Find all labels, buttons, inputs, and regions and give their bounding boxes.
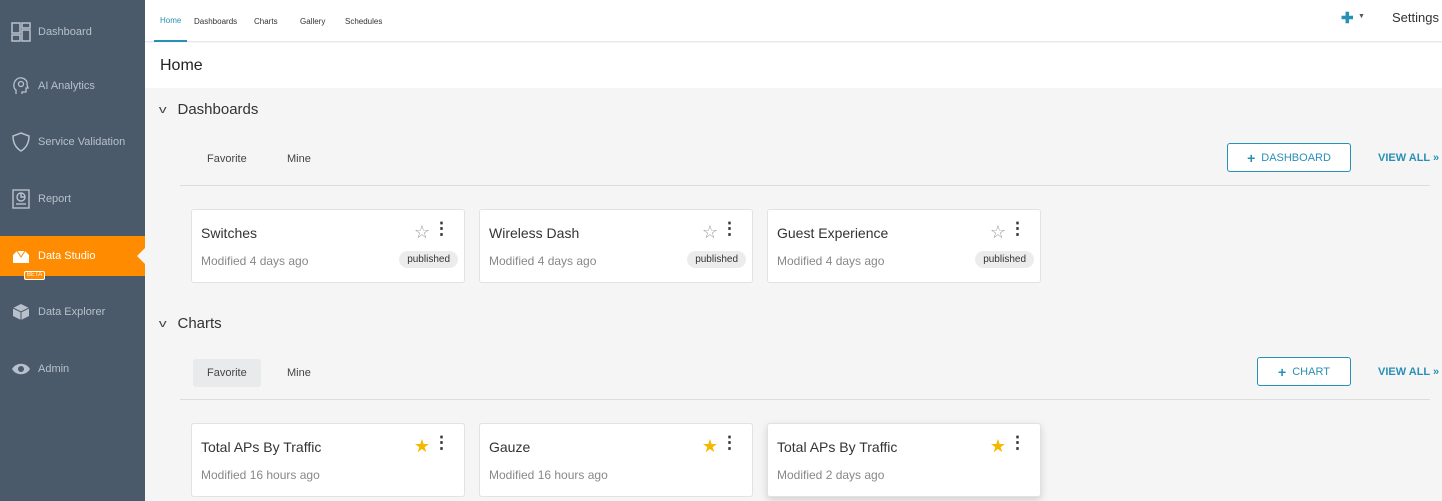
chart-card[interactable]: Total APs By Traffic ★ ⋮ Modified 2 days…: [767, 423, 1041, 497]
charts-section-header[interactable]: v Charts: [158, 315, 222, 332]
dashboards-tab-mine[interactable]: Mine: [273, 145, 325, 173]
dashboards-view-all-link[interactable]: VIEW ALL »: [1378, 152, 1439, 164]
card-modified: Modified 4 days ago: [489, 254, 597, 268]
star-filled-icon[interactable]: ★: [990, 436, 1006, 457]
card-modified: Modified 16 hours ago: [201, 468, 320, 482]
card-title: Wireless Dash: [489, 225, 580, 241]
star-outline-icon[interactable]: ☆: [414, 222, 430, 243]
sidebar-item-label: Data Explorer: [38, 306, 106, 318]
chart-card[interactable]: Gauze ★ ⋮ Modified 16 hours ago: [479, 423, 753, 497]
dashboard-card[interactable]: Guest Experience ☆ ⋮ Modified 4 days ago…: [767, 209, 1041, 283]
page-header: Home: [145, 43, 1442, 88]
charts-tab-mine[interactable]: Mine: [273, 359, 325, 387]
star-outline-icon[interactable]: ☆: [990, 222, 1006, 243]
report-icon: [10, 188, 32, 210]
more-vert-icon[interactable]: ⋮: [721, 434, 738, 452]
section-title: Dashboards: [177, 101, 259, 118]
ai-analytics-icon: [10, 75, 32, 97]
more-vert-icon[interactable]: ⋮: [433, 434, 450, 452]
sidebar-item-label: Service Validation: [38, 136, 126, 148]
sidebar-item-dashboard[interactable]: Dashboard: [0, 12, 145, 52]
card-modified: Modified 2 days ago: [777, 468, 885, 482]
more-vert-icon[interactable]: ⋮: [433, 220, 450, 238]
sidebar-item-label: Data Studio: [38, 250, 96, 262]
sidebar: Dashboard AI Analytics Service Validatio…: [0, 0, 145, 501]
sidebar-item-data-explorer[interactable]: Data Explorer: [0, 292, 145, 332]
chevron-down-icon: v: [158, 103, 167, 116]
tab-charts[interactable]: Charts: [248, 0, 284, 42]
top-navigation: Home Dashboards Charts Gallery Schedules…: [145, 0, 1442, 42]
add-dashboard-button[interactable]: + DASHBOARD: [1227, 143, 1351, 172]
more-vert-icon[interactable]: ⋮: [721, 220, 738, 238]
dashboard-icon: [10, 21, 32, 43]
sidebar-item-label: Report: [38, 193, 72, 205]
plus-icon: +: [1247, 149, 1256, 166]
charts-tab-favorite[interactable]: Favorite: [193, 359, 261, 387]
divider: [180, 185, 1430, 186]
sidebar-item-label: AI Analytics: [38, 80, 95, 92]
status-badge: published: [975, 251, 1034, 268]
tab-home[interactable]: Home: [154, 0, 188, 42]
card-title: Switches: [201, 225, 258, 241]
beta-badge: BETA: [24, 271, 46, 280]
shield-icon: [10, 131, 32, 153]
tab-gallery[interactable]: Gallery: [294, 0, 331, 42]
add-chart-button[interactable]: + CHART: [1257, 357, 1351, 386]
plus-icon: +: [1278, 363, 1287, 380]
section-title: Charts: [177, 315, 222, 332]
dashboard-card[interactable]: Wireless Dash ☆ ⋮ Modified 4 days ago pu…: [479, 209, 753, 283]
sidebar-item-label: Admin: [38, 363, 70, 375]
star-filled-icon[interactable]: ★: [414, 436, 430, 457]
dashboard-card[interactable]: Switches ☆ ⋮ Modified 4 days ago publish…: [191, 209, 465, 283]
page-title: Home: [160, 57, 203, 74]
plus-icon[interactable]: ✚: [1341, 9, 1354, 27]
star-outline-icon[interactable]: ☆: [702, 222, 718, 243]
card-modified: Modified 4 days ago: [777, 254, 885, 268]
data-studio-icon: BETA: [10, 245, 46, 280]
chart-card[interactable]: Total APs By Traffic ★ ⋮ Modified 16 hou…: [191, 423, 465, 497]
more-vert-icon[interactable]: ⋮: [1009, 220, 1026, 238]
card-title: Guest Experience: [777, 225, 889, 241]
tab-dashboards[interactable]: Dashboards: [188, 0, 243, 42]
charts-view-all-link[interactable]: VIEW ALL »: [1378, 366, 1439, 378]
tab-schedules[interactable]: Schedules: [339, 0, 388, 42]
chevron-down-icon: v: [158, 317, 167, 330]
sidebar-item-admin[interactable]: Admin: [0, 349, 145, 389]
dashboards-section-header[interactable]: v Dashboards: [158, 101, 259, 118]
chevron-down-icon[interactable]: ▼: [1358, 13, 1365, 20]
sidebar-item-ai-analytics[interactable]: AI Analytics: [0, 66, 145, 106]
sidebar-item-report[interactable]: Report: [0, 179, 145, 219]
more-vert-icon[interactable]: ⋮: [1009, 434, 1026, 452]
sidebar-item-label: Dashboard: [38, 26, 92, 38]
star-filled-icon[interactable]: ★: [702, 436, 718, 457]
card-modified: Modified 16 hours ago: [489, 468, 608, 482]
sidebar-item-data-studio[interactable]: BETA Data Studio: [0, 236, 145, 280]
card-title: Total APs By Traffic: [777, 439, 898, 455]
divider: [180, 399, 1430, 400]
cube-icon: [10, 301, 32, 323]
sidebar-item-service-validation[interactable]: Service Validation: [0, 122, 145, 162]
dashboards-tab-favorite[interactable]: Favorite: [193, 145, 261, 173]
eye-icon: [10, 358, 32, 380]
card-title: Total APs By Traffic: [201, 439, 322, 455]
settings-link[interactable]: Settings: [1392, 10, 1439, 25]
card-title: Gauze: [489, 439, 531, 455]
status-badge: published: [399, 251, 458, 268]
status-badge: published: [687, 251, 746, 268]
card-modified: Modified 4 days ago: [201, 254, 309, 268]
